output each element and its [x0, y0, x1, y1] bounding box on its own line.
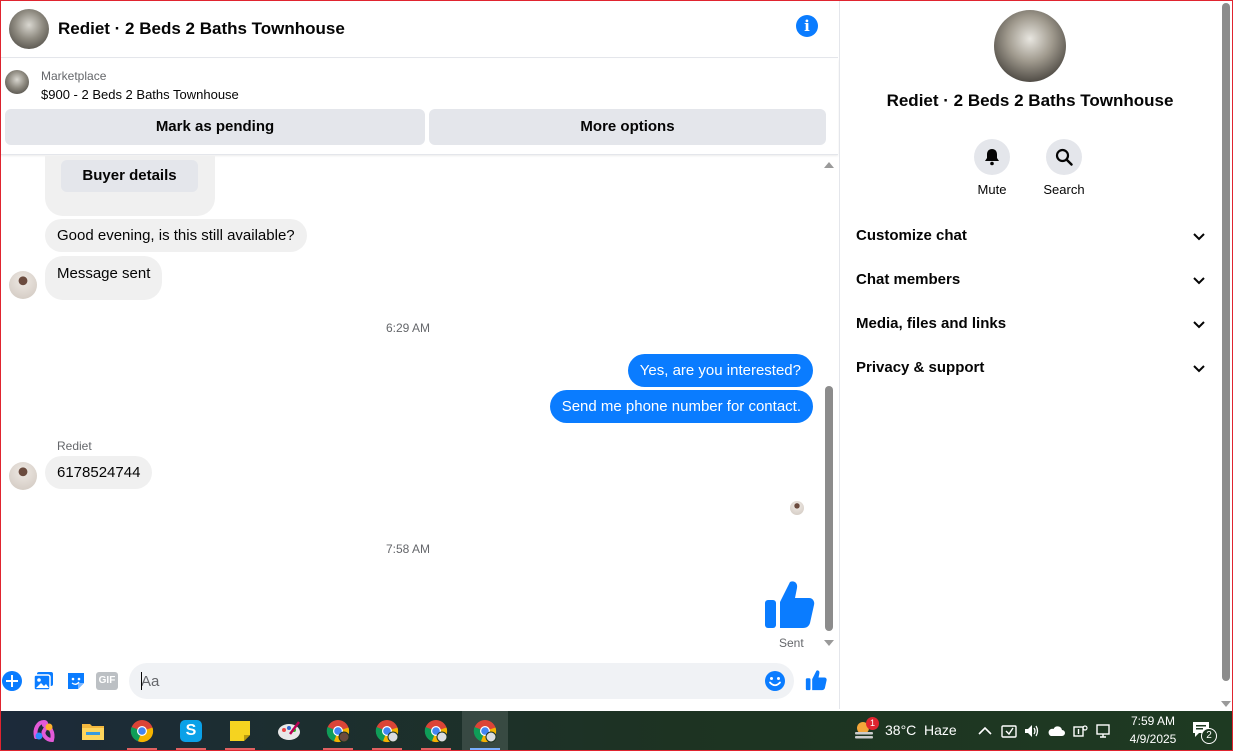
panel-scrollbar[interactable] — [1220, 1, 1232, 709]
sent-status: Sent — [779, 636, 804, 650]
running-indicator — [127, 748, 157, 750]
running-indicator — [176, 748, 206, 750]
scroll-down-icon[interactable] — [824, 640, 834, 646]
chevron-up-icon[interactable] — [976, 722, 994, 740]
gif-icon[interactable]: GIF — [96, 672, 118, 690]
section-privacy-support[interactable]: Privacy & support — [856, 359, 1206, 383]
clock-date[interactable]: 4/9/2025 — [1121, 732, 1185, 746]
running-indicator — [225, 748, 255, 750]
sticky-notes-icon[interactable] — [217, 711, 263, 750]
section-label: Chat members — [856, 271, 961, 288]
search-label: Search — [1043, 182, 1085, 197]
weather-temperature[interactable]: 38°C — [885, 722, 916, 738]
chat-header: Rediet · 2 Beds 2 Baths Townhouse i — [1, 0, 838, 58]
timestamp: 7:58 AM — [385, 542, 431, 556]
composer: GIF — [1, 660, 838, 704]
paint-icon[interactable] — [266, 711, 312, 750]
timestamp: 6:29 AM — [385, 321, 431, 335]
more-options-button[interactable]: More options — [429, 109, 826, 145]
emoji-icon[interactable] — [764, 670, 786, 692]
message-incoming[interactable]: 6178524744 — [45, 456, 153, 489]
chevron-down-icon — [1193, 321, 1205, 329]
section-label: Customize chat — [856, 227, 967, 244]
section-media-files-links[interactable]: Media, files and links — [856, 315, 1206, 339]
message-list[interactable]: Buyer details Good evening, is this stil… — [1, 156, 823, 650]
seen-indicator-avatar — [790, 501, 804, 515]
scroll-down-icon[interactable] — [1221, 701, 1231, 707]
file-explorer-icon[interactable] — [70, 711, 116, 750]
notification-center[interactable]: 2 — [1191, 720, 1219, 744]
listing-photo[interactable] — [994, 10, 1066, 82]
message-incoming[interactable]: Message sent — [45, 256, 163, 300]
buyer-card: Buyer details — [45, 156, 215, 216]
taskbar: S 1 38°C Haze 7:59 AM 4/9/2025 2 — [1, 711, 1232, 750]
sender-name: Rediet — [57, 439, 92, 453]
running-indicator — [470, 748, 500, 750]
message-outgoing[interactable]: Yes, are you interested? — [627, 354, 813, 387]
copilot-icon[interactable] — [21, 711, 67, 750]
meet-now-icon[interactable] — [1000, 722, 1018, 740]
weather-widget[interactable]: 1 — [853, 717, 879, 742]
onedrive-cloud-icon[interactable] — [1047, 722, 1065, 740]
chevron-down-icon — [1193, 365, 1205, 373]
weather-badge: 1 — [866, 717, 879, 730]
listing-title[interactable]: $900 - 2 Beds 2 Baths Townhouse — [41, 87, 239, 102]
message-input-box[interactable] — [129, 663, 794, 699]
chat-title[interactable]: Rediet · 2 Beds 2 Baths Townhouse — [58, 19, 345, 39]
section-customize-chat[interactable]: Customize chat — [856, 227, 1206, 251]
info-icon[interactable]: i — [796, 15, 818, 37]
teams-icon[interactable] — [1071, 722, 1089, 740]
chrome-profile-icon[interactable] — [413, 711, 459, 750]
section-label: Media, files and links — [856, 315, 1007, 332]
notification-count-badge: 2 — [1201, 728, 1217, 744]
network-icon[interactable] — [1095, 722, 1113, 740]
mute-label: Mute — [977, 182, 1007, 197]
buyer-details-button[interactable]: Buyer details — [61, 160, 198, 192]
message-outgoing[interactable]: Send me phone number for contact. — [549, 390, 813, 423]
marketplace-label: Marketplace — [41, 69, 107, 83]
plus-icon[interactable] — [1, 670, 23, 692]
clock-time[interactable]: 7:59 AM — [1121, 714, 1185, 728]
section-label: Privacy & support — [856, 359, 985, 376]
chrome-profile-icon-active[interactable] — [462, 711, 508, 750]
skype-icon[interactable]: S — [168, 711, 214, 750]
chrome-profile-icon[interactable] — [315, 711, 361, 750]
running-indicator — [323, 748, 353, 750]
marketplace-avatar — [5, 70, 29, 94]
like-send-icon[interactable] — [805, 669, 827, 691]
sender-avatar[interactable] — [9, 271, 37, 299]
mute-button[interactable]: Mute — [962, 139, 1022, 197]
weather-description[interactable]: Haze — [924, 722, 957, 738]
conversation-info-panel: Rediet · 2 Beds 2 Baths Townhouse Mute S… — [839, 1, 1219, 709]
thumbs-up-icon[interactable] — [763, 578, 815, 630]
message-input[interactable] — [141, 663, 751, 699]
running-indicator — [372, 748, 402, 750]
sticker-icon[interactable] — [65, 670, 87, 692]
search-icon — [1055, 148, 1073, 166]
running-indicator — [421, 748, 451, 750]
scrollbar-thumb[interactable] — [825, 386, 833, 631]
text-caret — [141, 672, 142, 690]
sender-avatar[interactable] — [9, 462, 37, 490]
chrome-profile-icon[interactable] — [364, 711, 410, 750]
chrome-icon[interactable] — [119, 711, 165, 750]
listing-avatar[interactable] — [9, 8, 49, 49]
section-chat-members[interactable]: Chat members — [856, 271, 1206, 295]
photo-icon[interactable] — [33, 670, 55, 692]
speaker-icon[interactable] — [1023, 722, 1041, 740]
scroll-up-icon[interactable] — [824, 162, 834, 168]
message-incoming[interactable]: Good evening, is this still available? — [45, 219, 307, 252]
chevron-down-icon — [1193, 277, 1205, 285]
search-button[interactable]: Search — [1034, 139, 1094, 197]
marketplace-bar: Marketplace $900 - 2 Beds 2 Baths Townho… — [1, 59, 838, 155]
message-scrollbar[interactable] — [823, 158, 835, 648]
scrollbar-thumb[interactable] — [1222, 3, 1230, 681]
panel-title: Rediet · 2 Beds 2 Baths Townhouse — [886, 91, 1174, 110]
chevron-down-icon — [1193, 233, 1205, 241]
mark-as-pending-button[interactable]: Mark as pending — [5, 109, 425, 145]
bell-icon — [985, 149, 999, 166]
